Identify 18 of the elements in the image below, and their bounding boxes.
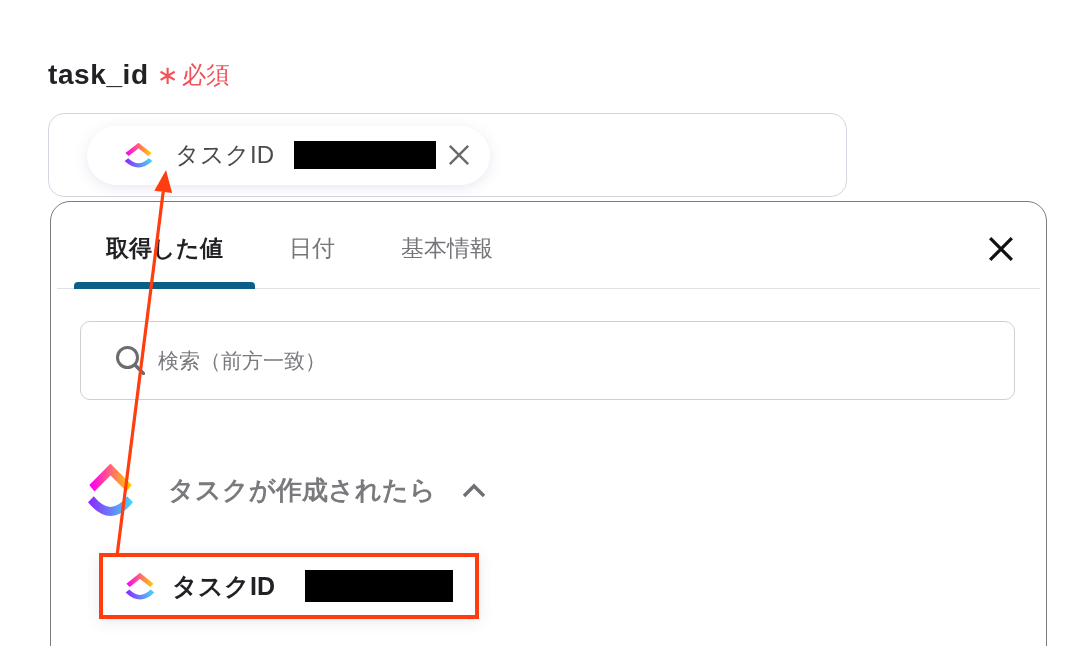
tab[interactable]: 日付 [257, 202, 367, 288]
variable-item[interactable]: タスクID [99, 553, 479, 619]
close-button[interactable] [986, 234, 1016, 264]
search-icon [115, 345, 145, 375]
required-mark: ∗ [156, 60, 179, 90]
tab[interactable]: 基本情報 [369, 202, 525, 288]
search-field[interactable]: 検索（前方一致） [80, 321, 1015, 400]
value-chip[interactable]: タスクID [87, 125, 490, 185]
logo-icon [124, 142, 153, 168]
close-icon [988, 236, 1014, 262]
field-label: task_id [48, 58, 149, 92]
group-header[interactable]: タスクが作成されたら [87, 461, 486, 519]
close-icon [448, 144, 470, 166]
remove-button[interactable] [446, 142, 472, 168]
required-text: 必須 [181, 60, 230, 90]
logo-icon [125, 572, 155, 600]
input-field[interactable]: タスクID [48, 113, 847, 197]
logo-icon [87, 463, 134, 517]
